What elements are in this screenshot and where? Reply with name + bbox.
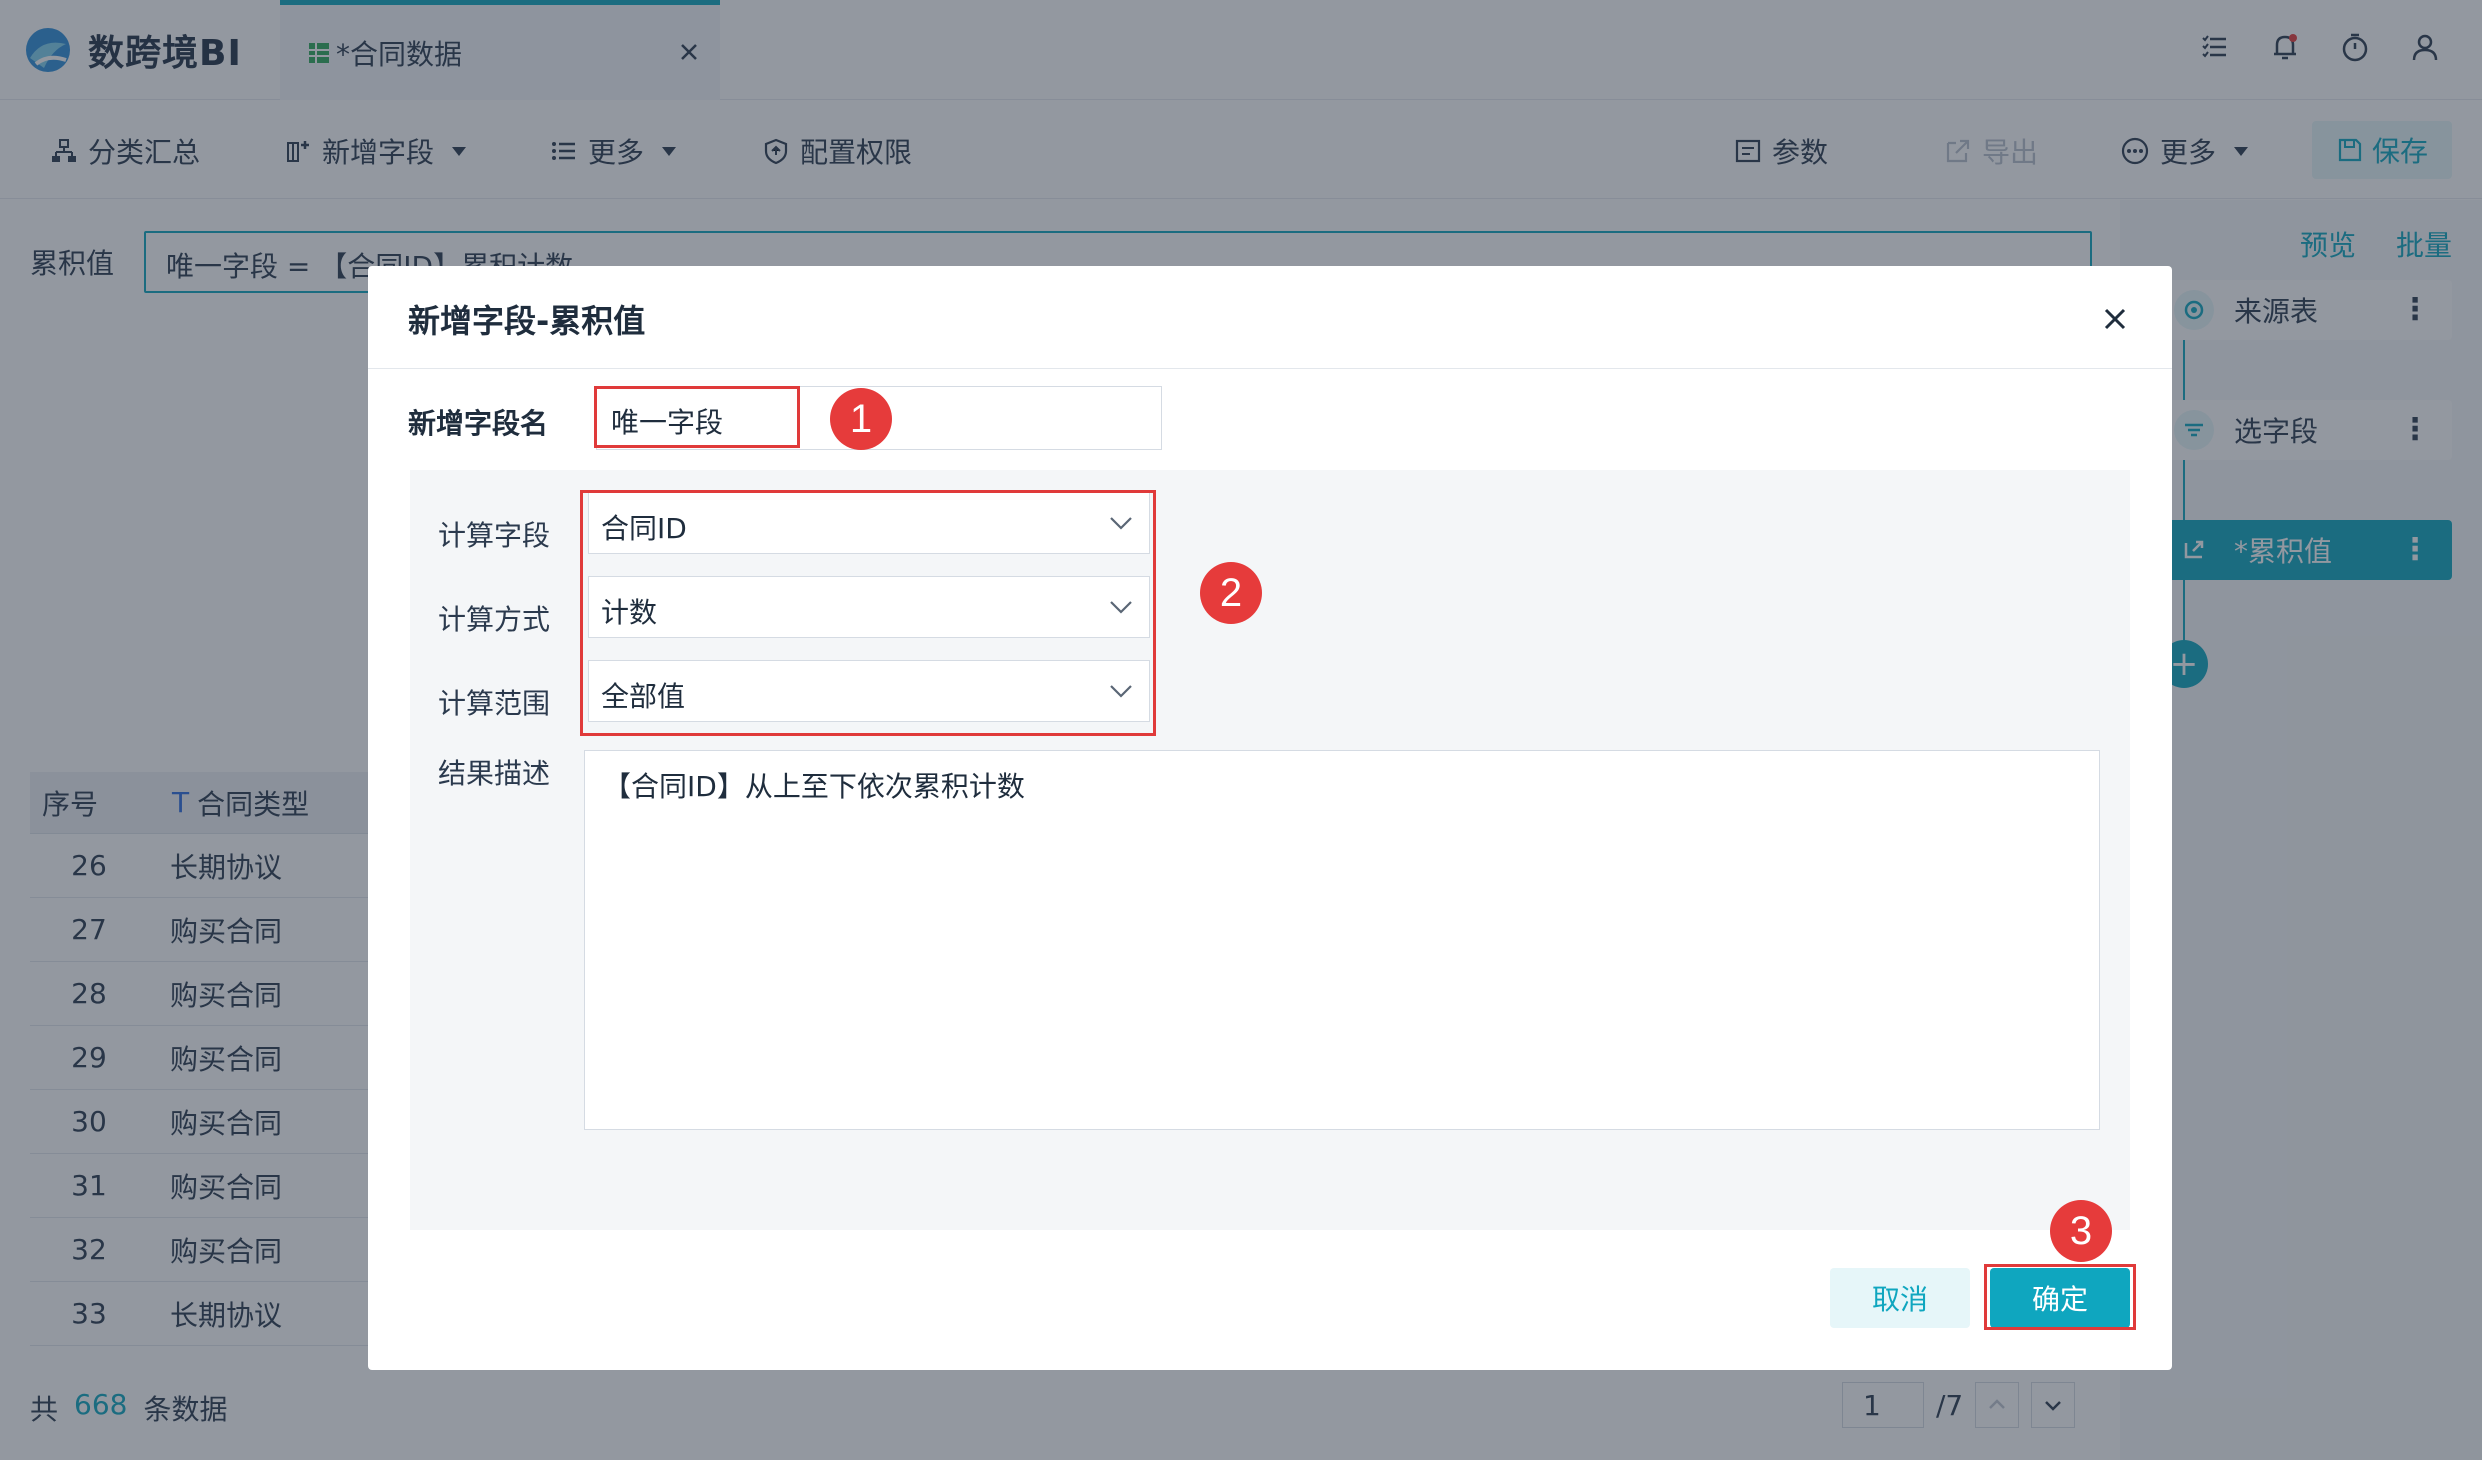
highlight-box-selects <box>580 490 1156 736</box>
calc-field-label: 计算字段 <box>438 519 551 552</box>
dialog-close-icon[interactable] <box>2098 302 2132 336</box>
result-desc-textarea[interactable]: 【合同ID】从上至下依次累积计数 <box>584 750 2100 1130</box>
add-field-dialog: 新增字段-累积值 新增字段名 唯一字段 1 计算字段 合同ID 计算方式 计数 … <box>368 266 2172 1370</box>
dialog-divider <box>368 368 2172 369</box>
step-badge-3: 3 <box>2050 1200 2112 1262</box>
step-badge-2: 2 <box>1200 562 1262 624</box>
field-name-label: 新增字段名 <box>408 407 549 440</box>
calc-method-label: 计算方式 <box>438 603 551 636</box>
result-desc-label: 结果描述 <box>438 757 551 790</box>
dialog-title: 新增字段-累积值 <box>408 302 646 340</box>
highlight-box-name <box>594 386 800 448</box>
highlight-box-confirm <box>1984 1264 2136 1330</box>
calc-range-label: 计算范围 <box>438 687 551 720</box>
step-badge-1: 1 <box>830 388 892 450</box>
cancel-button[interactable]: 取消 <box>1830 1268 1970 1328</box>
